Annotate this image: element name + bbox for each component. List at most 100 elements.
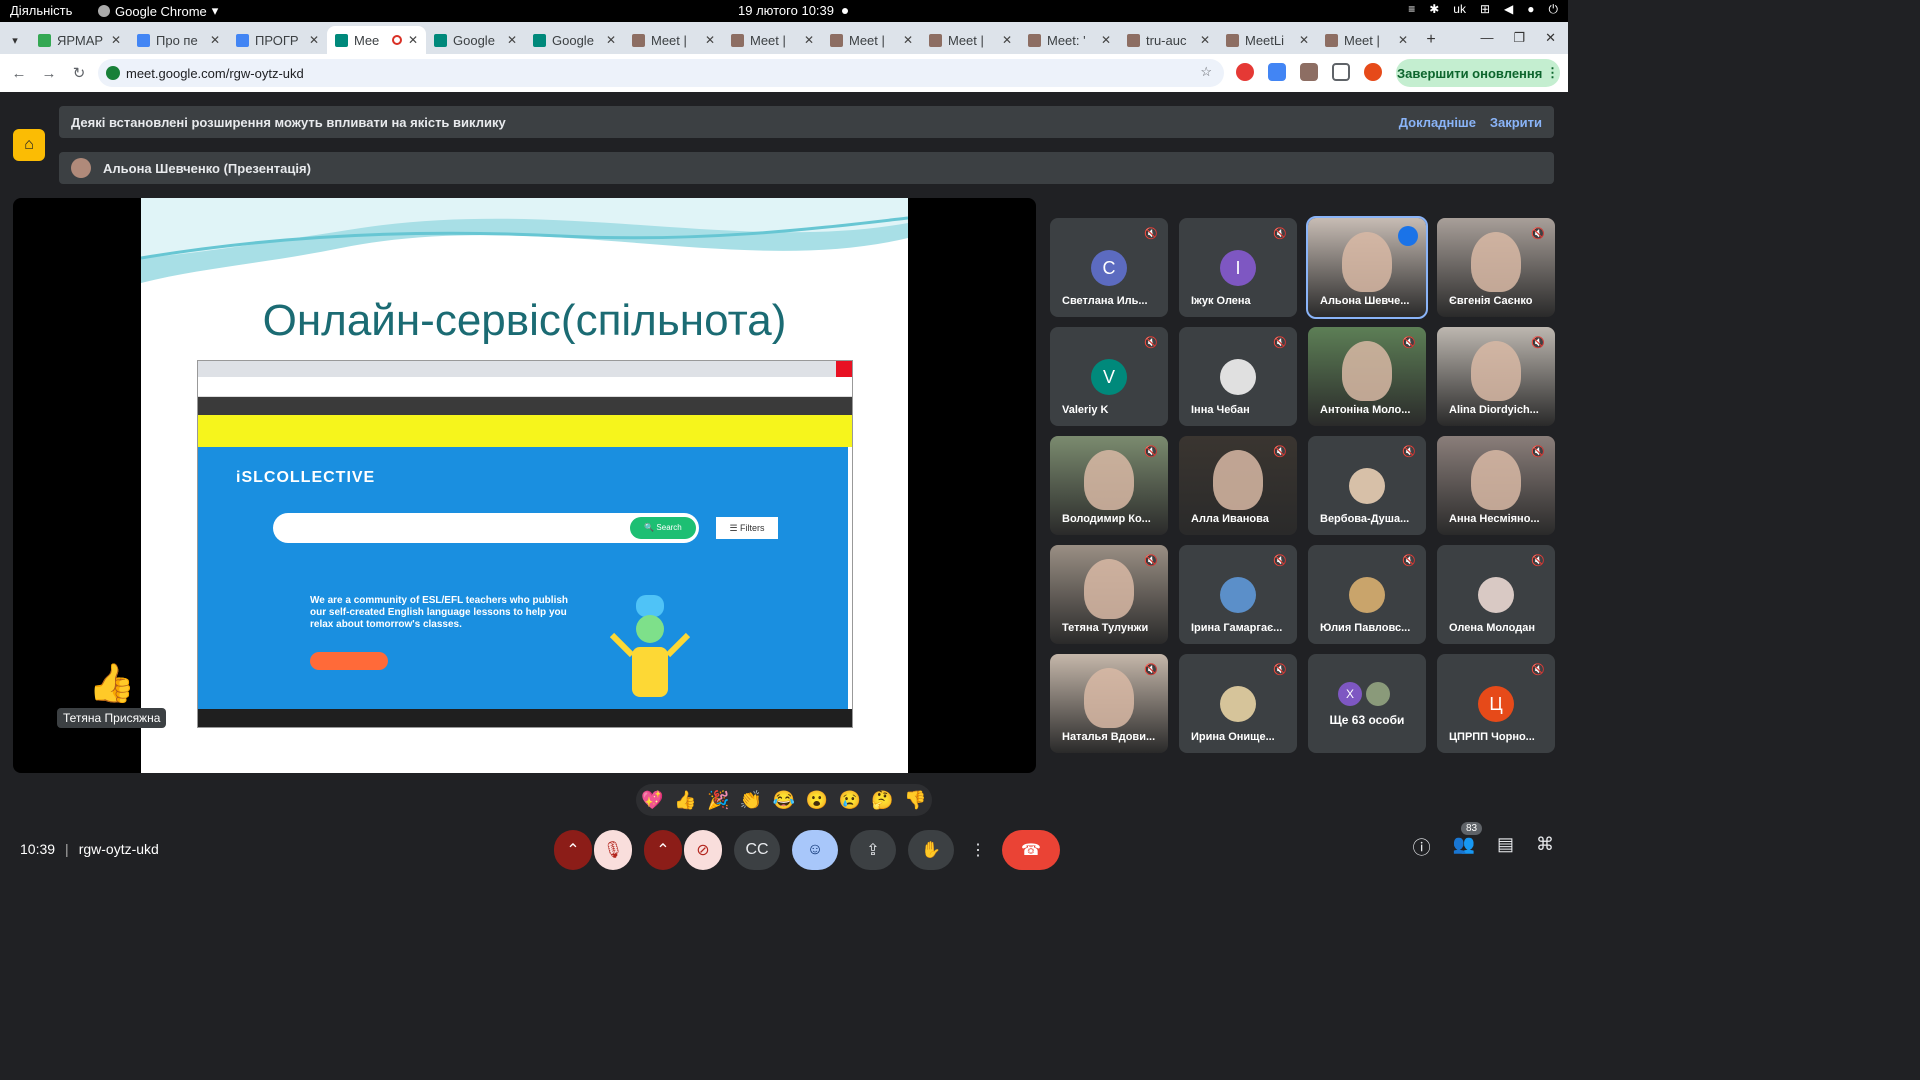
browser-tab[interactable]: tru-auc ✕: [1119, 26, 1218, 54]
browser-tab[interactable]: Mee ✕: [327, 26, 426, 54]
tab-close-icon[interactable]: ✕: [1299, 33, 1309, 47]
browser-tab[interactable]: Meet | ✕: [624, 26, 723, 54]
camera-off-button[interactable]: ⊘: [684, 830, 722, 870]
browser-tab[interactable]: MeetLi ✕: [1218, 26, 1317, 54]
meet-extension-icon[interactable]: [1300, 63, 1318, 81]
participant-tile[interactable]: 🔇 Вербова-Душа...: [1308, 436, 1426, 535]
participant-tile[interactable]: 🔇 Володимир Ко...: [1050, 436, 1168, 535]
reaction-emoji[interactable]: 😮: [806, 790, 828, 811]
volume-icon[interactable]: ◀: [1504, 2, 1513, 17]
participant-tile[interactable]: X Ще 63 особи: [1308, 654, 1426, 753]
tab-close-icon[interactable]: ✕: [408, 33, 418, 47]
participant-tile[interactable]: Альона Шевче...: [1306, 216, 1428, 319]
door-icon[interactable]: ⌂: [13, 129, 45, 161]
participant-tile[interactable]: 🔇 Антоніна Моло...: [1308, 327, 1426, 426]
participant-tile[interactable]: 🔇 Олена Молодан: [1437, 545, 1555, 644]
chat-icon[interactable]: ▤: [1497, 834, 1514, 860]
activities-button[interactable]: Діяльність: [10, 3, 72, 18]
system-tray[interactable]: ≡ ✱ uk ⊞ ◀ ● ⏻: [1408, 2, 1558, 17]
people-icon[interactable]: 👥: [1453, 834, 1475, 860]
bookmark-star-icon[interactable]: ☆: [1200, 64, 1212, 80]
reaction-emoji[interactable]: 💖: [641, 790, 663, 811]
tab-close-icon[interactable]: ✕: [1200, 33, 1210, 47]
participant-tile[interactable]: 🔇 Інна Чебан: [1179, 327, 1297, 426]
site-info-icon[interactable]: [106, 66, 120, 80]
tab-close-icon[interactable]: ✕: [1398, 33, 1408, 47]
bluetooth-icon[interactable]: ✱: [1429, 2, 1439, 17]
more-options-button[interactable]: ⋮: [966, 830, 990, 870]
adblock-icon[interactable]: [1236, 63, 1254, 81]
back-button[interactable]: ←: [4, 65, 34, 82]
lines-icon[interactable]: ≡: [1408, 2, 1415, 17]
translate-icon[interactable]: [1268, 63, 1286, 81]
tab-search-button[interactable]: ▾: [0, 26, 30, 54]
tab-close-icon[interactable]: ✕: [507, 33, 517, 47]
tab-close-icon[interactable]: ✕: [903, 33, 913, 47]
reaction-emoji[interactable]: 👎: [904, 790, 926, 811]
browser-tab[interactable]: Meet | ✕: [822, 26, 921, 54]
browser-tab[interactable]: Meet | ✕: [723, 26, 822, 54]
network-icon[interactable]: ⊞: [1480, 2, 1490, 17]
power-icon[interactable]: ⏻: [1549, 2, 1559, 17]
participant-tile[interactable]: 🔇 Наталья Вдови...: [1050, 654, 1168, 753]
participant-tile[interactable]: 🔇 Юлия Павловс...: [1308, 545, 1426, 644]
captions-button[interactable]: CC: [734, 830, 780, 870]
restore-icon[interactable]: ❐: [1513, 30, 1525, 46]
reaction-emoji[interactable]: 👍: [674, 790, 696, 811]
participant-tile[interactable]: 🔇 Ирина Онище...: [1179, 654, 1297, 753]
participant-tile[interactable]: V 🔇 Valeriy K: [1050, 327, 1168, 426]
leave-call-button[interactable]: ☎: [1002, 830, 1060, 870]
tab-close-icon[interactable]: ✕: [705, 33, 715, 47]
reaction-emoji[interactable]: 🎉: [707, 790, 729, 811]
tab-close-icon[interactable]: ✕: [210, 33, 220, 47]
tab-close-icon[interactable]: ✕: [804, 33, 814, 47]
tab-close-icon[interactable]: ✕: [111, 33, 121, 47]
clock[interactable]: 19 лютого 10:39: [738, 3, 848, 18]
audio-options-button[interactable]: ⌃: [554, 830, 592, 870]
reload-button[interactable]: ↻: [64, 64, 94, 82]
learn-more-link[interactable]: Докладніше: [1399, 115, 1476, 130]
participant-tile[interactable]: 🔇 Алла Иванова: [1179, 436, 1297, 535]
close-notice-button[interactable]: Закрити: [1490, 115, 1542, 130]
app-menu[interactable]: Google Chrome ▾: [98, 3, 218, 19]
tab-close-icon[interactable]: ✕: [309, 33, 319, 47]
participant-tile[interactable]: І 🔇 Іжук Олена: [1179, 218, 1297, 317]
minimize-icon[interactable]: —: [1480, 30, 1493, 46]
mic-icon[interactable]: ●: [1527, 2, 1534, 17]
reaction-emoji[interactable]: 😂: [773, 790, 795, 811]
participant-tile[interactable]: С 🔇 Светлана Иль...: [1050, 218, 1168, 317]
tab-close-icon[interactable]: ✕: [1002, 33, 1012, 47]
tab-close-icon[interactable]: ✕: [1101, 33, 1111, 47]
raise-hand-button[interactable]: ✋: [908, 830, 954, 870]
puzzle-icon[interactable]: [1332, 63, 1350, 81]
browser-tab[interactable]: Про пе ✕: [129, 26, 228, 54]
browser-tab[interactable]: Meet: ' ✕: [1020, 26, 1119, 54]
info-icon[interactable]: ⓘ: [1413, 834, 1431, 860]
browser-tab[interactable]: Google ✕: [525, 26, 624, 54]
browser-tab[interactable]: Google ✕: [426, 26, 525, 54]
reactions-button[interactable]: ☺: [792, 830, 838, 870]
reaction-emoji[interactable]: 👏: [740, 790, 762, 811]
browser-tab[interactable]: ПРОГР ✕: [228, 26, 327, 54]
browser-tab[interactable]: Meet | ✕: [1317, 26, 1416, 54]
participant-tile[interactable]: Ц 🔇 ЦПРПП Чорно...: [1437, 654, 1555, 753]
participant-tile[interactable]: 🔇 Тетяна Тулунжи: [1050, 545, 1168, 644]
language-indicator[interactable]: uk: [1453, 2, 1466, 17]
mic-off-button[interactable]: 🎙: [594, 830, 632, 870]
video-options-button[interactable]: ⌃: [644, 830, 682, 870]
participant-tile[interactable]: 🔇 Ірина Гамаргає...: [1179, 545, 1297, 644]
new-tab-button[interactable]: +: [1416, 26, 1446, 54]
finish-update-button[interactable]: Завершити оновлення ⋮: [1396, 59, 1560, 87]
close-icon[interactable]: ✕: [1545, 30, 1556, 46]
reaction-emoji[interactable]: 🤔: [871, 790, 893, 811]
forward-button[interactable]: →: [34, 65, 64, 82]
participant-tile[interactable]: 🔇 Євгенія Саєнко: [1437, 218, 1555, 317]
browser-tab[interactable]: ЯРМАР ✕: [30, 26, 129, 54]
present-button[interactable]: ⇪: [850, 830, 896, 870]
omnibox[interactable]: meet.google.com/rgw-oytz-ukd ☆: [98, 59, 1224, 87]
activities-icon[interactable]: ⌘: [1536, 834, 1554, 860]
participant-tile[interactable]: 🔇 Alina Diordyich...: [1437, 327, 1555, 426]
participant-tile[interactable]: 🔇 Анна Несміяно...: [1437, 436, 1555, 535]
reaction-emoji[interactable]: 😢: [838, 790, 860, 811]
profile-avatar[interactable]: [1364, 63, 1382, 81]
